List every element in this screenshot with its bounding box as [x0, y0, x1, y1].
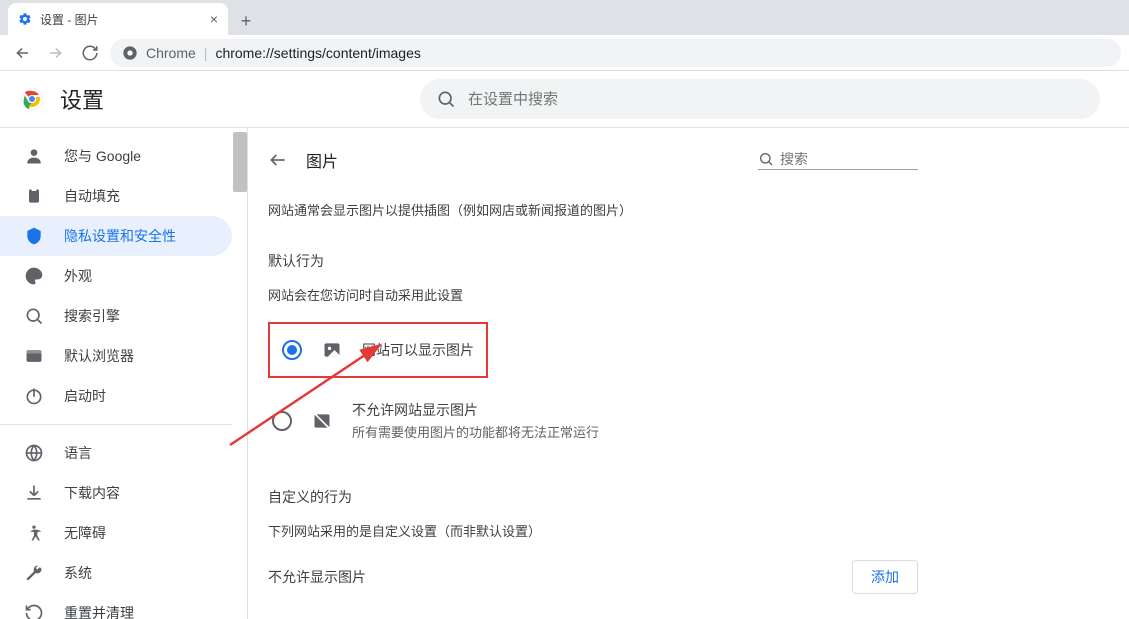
download-icon — [24, 483, 44, 503]
sidebar-item-autofill[interactable]: 自动填充 — [0, 176, 232, 216]
accessibility-icon — [24, 523, 44, 543]
chrome-icon — [122, 45, 138, 61]
sidebar-item-default-browser[interactable]: 默认浏览器 — [0, 336, 232, 376]
page-title: 图片 — [306, 148, 740, 172]
sidebar-item-label: 外观 — [64, 266, 92, 286]
wrench-icon — [24, 563, 44, 583]
sidebar-item-label: 默认浏览器 — [64, 346, 134, 366]
search-icon — [24, 306, 44, 326]
sidebar-item-label: 您与 Google — [64, 146, 141, 166]
settings-sidebar: 您与 Google 自动填充 隐私设置和安全性 外观 搜索引擎 默认浏览器 — [0, 128, 232, 619]
radio-block-sub: 所有需要使用图片的功能都将无法正常运行 — [352, 422, 599, 441]
content-area: 图片 网站通常会显示图片以提供插图（例如网店或新闻报道的图片） 默认行为 网站会… — [247, 128, 1129, 619]
sidebar-item-label: 隐私设置和安全性 — [64, 226, 176, 246]
search-icon — [758, 151, 774, 167]
shield-icon — [24, 226, 44, 246]
sidebar-item-search-engine[interactable]: 搜索引擎 — [0, 296, 232, 336]
image-icon — [322, 340, 342, 360]
chrome-logo-icon — [20, 87, 44, 111]
sidebar-item-on-startup[interactable]: 启动时 — [0, 376, 232, 416]
radio-allow-images[interactable]: 网站可以显示图片 — [278, 328, 478, 372]
address-bar[interactable]: Chrome | chrome://settings/content/image… — [110, 39, 1121, 67]
sidebar-separator — [0, 424, 232, 425]
sidebar-item-label: 重置并清理 — [64, 603, 134, 619]
reload-button[interactable] — [76, 39, 104, 67]
tab-close-icon[interactable]: × — [210, 11, 218, 27]
content-search[interactable] — [758, 151, 918, 170]
radio-block-images[interactable]: 不允许网站显示图片 所有需要使用图片的功能都将无法正常运行 — [268, 388, 918, 453]
custom-behavior-label: 自定义的行为 — [268, 487, 918, 507]
browser-toolbar: Chrome | chrome://settings/content/image… — [0, 35, 1129, 71]
settings-header: 设置 — [0, 71, 1129, 127]
settings-search-input[interactable] — [468, 91, 1084, 108]
sidebar-item-accessibility[interactable]: 无障碍 — [0, 513, 232, 553]
default-behavior-sub: 网站会在您访问时自动采用此设置 — [268, 285, 918, 304]
sidebar-item-label: 无障碍 — [64, 523, 106, 543]
back-button[interactable] — [8, 39, 36, 67]
person-icon — [24, 146, 44, 166]
custom-behavior-sub: 下列网站采用的是自定义设置（而非默认设置） — [268, 521, 918, 540]
sidebar-item-privacy[interactable]: 隐私设置和安全性 — [0, 216, 232, 256]
back-arrow-button[interactable] — [268, 150, 288, 170]
palette-icon — [24, 266, 44, 286]
forward-button[interactable] — [42, 39, 70, 67]
image-off-icon — [312, 411, 332, 431]
sidebar-item-label: 系统 — [64, 563, 92, 583]
radio-block-label: 不允许网站显示图片 — [352, 400, 599, 420]
radio-button-unselected[interactable] — [272, 411, 292, 431]
new-tab-button[interactable]: + — [232, 7, 260, 35]
settings-search[interactable] — [420, 79, 1100, 119]
sidebar-item-downloads[interactable]: 下载内容 — [0, 473, 232, 513]
sidebar-item-system[interactable]: 系统 — [0, 553, 232, 593]
sidebar-item-label: 语言 — [64, 443, 92, 463]
sidebar-item-reset[interactable]: 重置并清理 — [0, 593, 232, 619]
sidebar-item-you-and-google[interactable]: 您与 Google — [0, 136, 232, 176]
page-description: 网站通常会显示图片以提供插图（例如网店或新闻报道的图片） — [268, 200, 918, 219]
omnibox-url: chrome://settings/content/images — [215, 45, 420, 61]
clipboard-icon — [24, 186, 44, 206]
globe-icon — [24, 443, 44, 463]
settings-title: 设置 — [60, 83, 104, 115]
sidebar-item-languages[interactable]: 语言 — [0, 433, 232, 473]
omnibox-prefix: Chrome — [146, 45, 196, 61]
add-site-button[interactable]: 添加 — [852, 560, 918, 594]
restore-icon — [24, 603, 44, 619]
sidebar-item-label: 下载内容 — [64, 483, 120, 503]
gear-icon — [18, 12, 32, 26]
tab-title: 设置 - 图片 — [40, 11, 202, 28]
sidebar-item-appearance[interactable]: 外观 — [0, 256, 232, 296]
highlight-annotation: 网站可以显示图片 — [268, 322, 488, 378]
sidebar-item-label: 启动时 — [64, 386, 106, 406]
browser-tab[interactable]: 设置 - 图片 × — [8, 3, 228, 35]
block-section-label: 不允许显示图片 — [268, 567, 366, 587]
content-search-input[interactable] — [780, 151, 900, 167]
no-sites-text: 未添加任何网站 — [268, 594, 918, 619]
default-behavior-label: 默认行为 — [268, 251, 918, 271]
browser-tabstrip: 设置 - 图片 × + — [0, 0, 1129, 35]
radio-allow-label: 网站可以显示图片 — [362, 340, 474, 360]
browser-icon — [24, 346, 44, 366]
radio-button-selected[interactable] — [282, 340, 302, 360]
sidebar-scrollbar[interactable] — [233, 132, 247, 192]
omnibox-separator: | — [204, 45, 208, 61]
sidebar-item-label: 搜索引擎 — [64, 306, 120, 326]
search-icon — [436, 89, 456, 109]
sidebar-item-label: 自动填充 — [64, 186, 120, 206]
power-icon — [24, 386, 44, 406]
